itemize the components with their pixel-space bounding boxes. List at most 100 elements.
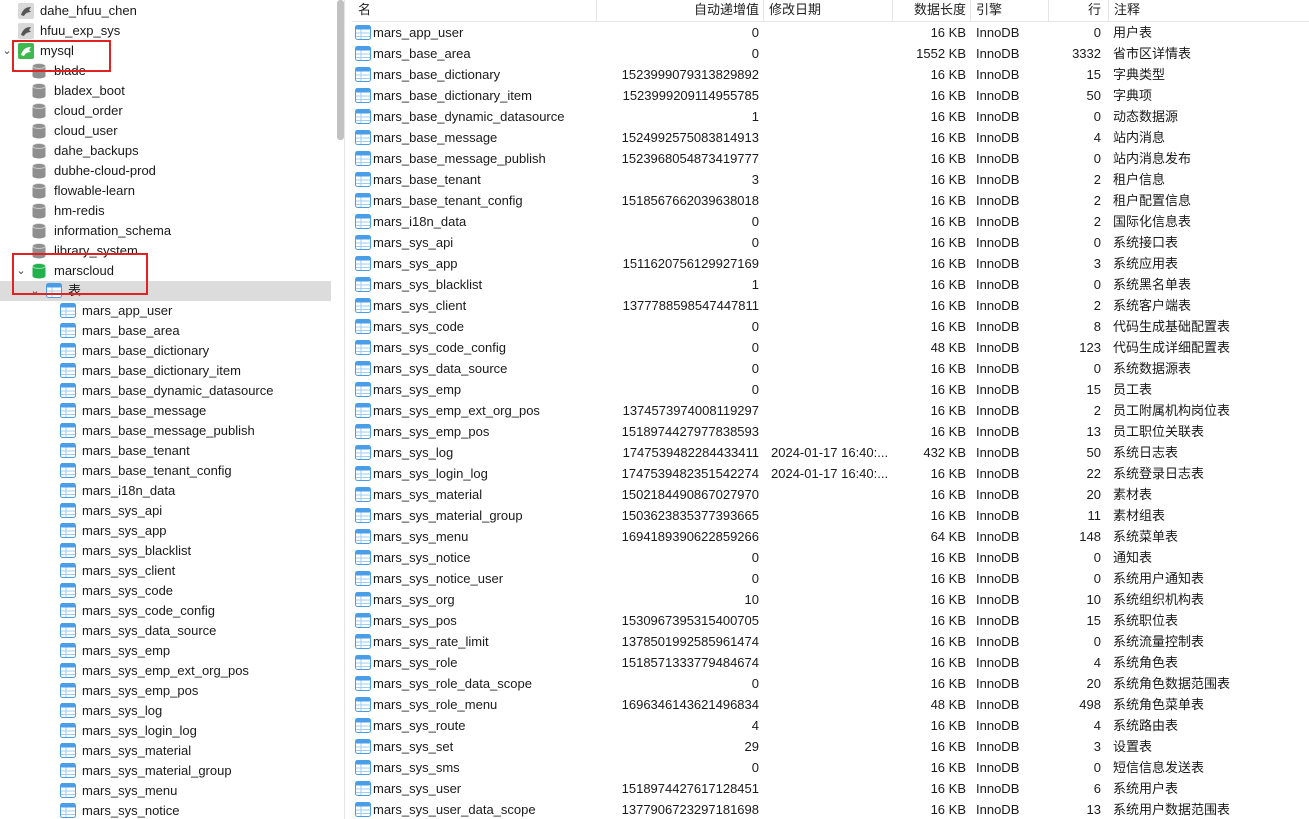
database-item[interactable]: dubhe-cloud-prod xyxy=(0,161,331,181)
database-item-active[interactable]: ⌄ marscloud xyxy=(0,261,331,281)
table-item[interactable]: mars_sys_material xyxy=(0,741,331,761)
table-row[interactable]: mars_base_area 0 1552 KB InnoDB 3332 省市区详情表 xyxy=(352,43,1309,64)
table-row[interactable]: mars_sys_client 1377788598547447811 16 KB I… xyxy=(352,295,1309,316)
table-row[interactable]: mars_base_dictionary_item 152399920911495… xyxy=(352,85,1309,106)
database-item[interactable]: cloud_user xyxy=(0,121,331,141)
table-row[interactable]: mars_sys_sms 0 16 KB InnoDB 0 短信信息发送表 xyxy=(352,757,1309,778)
cell-engine: InnoDB xyxy=(976,235,1020,250)
table-item[interactable]: mars_sys_emp_pos xyxy=(0,681,331,701)
connection-item[interactable]: hfuu_exp_sys xyxy=(0,21,331,41)
table-row[interactable]: mars_sys_org 10 16 KB InnoDB 10 系统组织机构表 xyxy=(352,589,1309,610)
table-row[interactable]: mars_sys_emp_pos 1518974427977838593 16 KB… xyxy=(352,421,1309,442)
database-item[interactable]: library_system xyxy=(0,241,331,261)
column-header-auto-increment[interactable]: 自动递增值 xyxy=(596,0,763,21)
table-icon xyxy=(355,403,371,418)
column-header-engine[interactable]: 引擎 xyxy=(972,0,1046,21)
table-row[interactable]: mars_sys_app 1511620756129927169 16 KB Inno… xyxy=(352,253,1309,274)
tables-group-item[interactable]: ⌄ 表 xyxy=(0,281,331,301)
table-icon xyxy=(60,703,76,719)
column-header-modified-date[interactable]: 修改日期 xyxy=(765,0,890,21)
table-row[interactable]: mars_base_tenant_config 15185676620396380… xyxy=(352,190,1309,211)
table-row[interactable]: mars_base_dictionary 1523999079313829892 1… xyxy=(352,64,1309,85)
table-item[interactable]: mars_sys_api xyxy=(0,501,331,521)
connection-item[interactable]: dahe_hfuu_chen xyxy=(0,1,331,21)
table-row[interactable]: mars_sys_data_source 0 16 KB InnoDB 0 系统数据源表 xyxy=(352,358,1309,379)
database-item[interactable]: cloud_order xyxy=(0,101,331,121)
table-row[interactable]: mars_sys_user 1518974427617128451 16 KB Inn… xyxy=(352,778,1309,799)
table-item[interactable]: mars_sys_material_group xyxy=(0,761,331,781)
table-item[interactable]: mars_sys_data_source xyxy=(0,621,331,641)
table-row[interactable]: mars_sys_notice 0 16 KB InnoDB 0 通知表 xyxy=(352,547,1309,568)
pane-divider[interactable] xyxy=(344,0,345,819)
table-row[interactable]: mars_sys_route 4 16 KB InnoDB 4 系统路由表 xyxy=(352,715,1309,736)
table-item[interactable]: mars_sys_client xyxy=(0,561,331,581)
column-header-name[interactable]: 名 xyxy=(354,0,598,21)
table-item[interactable]: mars_base_dictionary_item xyxy=(0,361,331,381)
table-item[interactable]: mars_sys_code xyxy=(0,581,331,601)
cell-rows: 3 xyxy=(1093,739,1101,754)
column-header-comment[interactable]: 注释 xyxy=(1110,0,1300,21)
table-row[interactable]: mars_sys_api 0 16 KB InnoDB 0 系统接口表 xyxy=(352,232,1309,253)
column-header-data-length[interactable]: 数据长度 xyxy=(892,0,970,21)
chevron-down-icon[interactable]: ⌄ xyxy=(2,41,12,61)
table-item[interactable]: mars_app_user xyxy=(0,301,331,321)
connection-item[interactable]: ⌄ mysql xyxy=(0,41,331,61)
table-item[interactable]: mars_base_message_publish xyxy=(0,421,331,441)
table-row[interactable]: mars_sys_rate_limit 1378501992585961474 16… xyxy=(352,631,1309,652)
table-row[interactable]: mars_sys_material_group 15036238353773936… xyxy=(352,505,1309,526)
table-row[interactable]: mars_sys_set 29 16 KB InnoDB 3 设置表 xyxy=(352,736,1309,757)
table-row[interactable]: mars_sys_role 1518571333779484674 16 KB Inn… xyxy=(352,652,1309,673)
table-item[interactable]: mars_sys_emp xyxy=(0,641,331,661)
table-item[interactable]: mars_base_tenant_config xyxy=(0,461,331,481)
table-row[interactable]: mars_sys_material 1502184490867027970 16 K… xyxy=(352,484,1309,505)
table-row[interactable]: mars_base_tenant 3 16 KB InnoDB 2 租户信息 xyxy=(352,169,1309,190)
table-row[interactable]: mars_sys_code 0 16 KB InnoDB 8 代码生成基础配置表 xyxy=(352,316,1309,337)
database-item[interactable]: blade xyxy=(0,61,331,81)
table-item[interactable]: mars_sys_emp_ext_org_pos xyxy=(0,661,331,681)
sidebar-scrollbar-thumb[interactable] xyxy=(337,0,344,140)
table-item[interactable]: mars_sys_menu xyxy=(0,781,331,801)
table-row[interactable]: mars_base_message_publish 152396805487341… xyxy=(352,148,1309,169)
cell-modified-date xyxy=(771,568,889,589)
table-row[interactable]: mars_sys_pos 1530967395315400705 16 KB Inno… xyxy=(352,610,1309,631)
database-item[interactable]: flowable-learn xyxy=(0,181,331,201)
database-item[interactable]: bladex_boot xyxy=(0,81,331,101)
column-header-rows[interactable]: 行 xyxy=(1048,0,1105,21)
table-item[interactable]: mars_base_dynamic_datasource xyxy=(0,381,331,401)
table-item[interactable]: mars_base_message xyxy=(0,401,331,421)
table-row[interactable]: mars_sys_emp_ext_org_pos 1374573974008119… xyxy=(352,400,1309,421)
table-row[interactable]: mars_sys_emp 0 16 KB InnoDB 15 员工表 xyxy=(352,379,1309,400)
table-item[interactable]: mars_sys_code_config xyxy=(0,601,331,621)
table-row[interactable]: mars_sys_code_config 0 48 KB InnoDB 123 代码生成详… xyxy=(352,337,1309,358)
table-row[interactable]: mars_sys_role_data_scope 0 16 KB InnoDB 20 系统… xyxy=(352,673,1309,694)
table-item[interactable]: mars_base_area xyxy=(0,321,331,341)
table-item[interactable]: mars_base_tenant xyxy=(0,441,331,461)
table-item[interactable]: mars_sys_notice xyxy=(0,801,331,819)
database-icon xyxy=(32,83,48,99)
table-row[interactable]: mars_app_user 0 16 KB InnoDB 0 用户表 xyxy=(352,22,1309,43)
chevron-down-icon[interactable]: ⌄ xyxy=(30,281,40,301)
table-item[interactable]: mars_i18n_data xyxy=(0,481,331,501)
database-item[interactable]: dahe_backups xyxy=(0,141,331,161)
table-item[interactable]: mars_base_dictionary xyxy=(0,341,331,361)
table-item[interactable]: mars_sys_log xyxy=(0,701,331,721)
table-row[interactable]: mars_sys_menu 1694189390622859266 64 KB Inn… xyxy=(352,526,1309,547)
table-row[interactable]: mars_sys_blacklist 1 16 KB InnoDB 0 系统黑名单表 xyxy=(352,274,1309,295)
table-item[interactable]: mars_sys_app xyxy=(0,521,331,541)
navigation-tree[interactable]: dahe_hfuu_chen hfuu_exp_sys ⌄ mysql blade bla… xyxy=(0,0,331,819)
table-row[interactable]: mars_sys_notice_user 0 16 KB InnoDB 0 系统用户通知表 xyxy=(352,568,1309,589)
chevron-down-icon[interactable]: ⌄ xyxy=(16,261,26,281)
table-item[interactable]: mars_sys_login_log xyxy=(0,721,331,741)
table-row[interactable]: mars_base_message 1524992575083814913 16 K… xyxy=(352,127,1309,148)
table-row[interactable]: mars_i18n_data 0 16 KB InnoDB 2 国际化信息表 xyxy=(352,211,1309,232)
cell-name: mars_sys_menu xyxy=(373,529,469,544)
cell-comment: 省市区详情表 xyxy=(1113,46,1192,61)
table-row[interactable]: mars_sys_log 1747539482284433411 2024-01-1… xyxy=(352,442,1309,463)
table-row[interactable]: mars_base_dynamic_datasource 1 16 KB InnoDB… xyxy=(352,106,1309,127)
database-item[interactable]: information_schema xyxy=(0,221,331,241)
table-row[interactable]: mars_sys_user_data_scope 1377906723297181… xyxy=(352,799,1309,819)
table-row[interactable]: mars_sys_role_menu 1696346143621496834 48 … xyxy=(352,694,1309,715)
table-row[interactable]: mars_sys_login_log 1747539482351542274 202… xyxy=(352,463,1309,484)
database-item[interactable]: hm-redis xyxy=(0,201,331,221)
table-item[interactable]: mars_sys_blacklist xyxy=(0,541,331,561)
